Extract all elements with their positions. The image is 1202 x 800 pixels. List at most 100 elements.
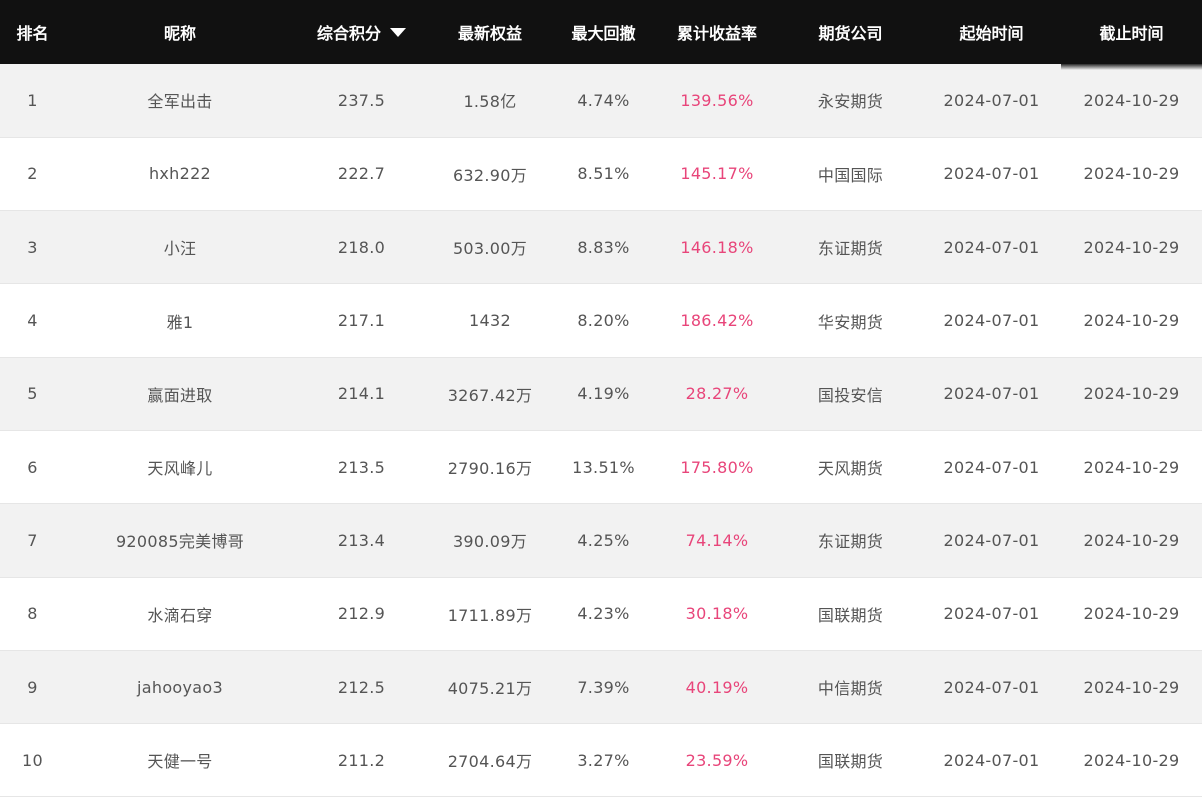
cell-drawdown: 3.27%	[577, 750, 630, 770]
col-header-name[interactable]: 昵称	[65, 0, 295, 64]
cell-drawdown: 8.51%	[577, 164, 630, 184]
col-header-score[interactable]: 综合积分	[295, 0, 428, 64]
cell-start-date: 2024-07-01	[943, 384, 1040, 404]
cell-rank: 6	[27, 457, 38, 477]
cell-equity: 2704.64万	[447, 752, 533, 772]
col-header-equity[interactable]: 最新权益	[428, 0, 552, 64]
cell-nickname[interactable]: 赢面进取	[65, 357, 295, 430]
table-row[interactable]: 7 920085完美博哥 213.4 390.09万 4.25% 74.14% 东证期货 20…	[0, 503, 1202, 578]
cell-rank: 2	[27, 164, 38, 184]
col-header-label: 截止时间	[1099, 24, 1164, 43]
col-header-return[interactable]: 累计收益率	[655, 0, 779, 64]
cell-return-rate: 139.56%	[680, 90, 754, 110]
cell-start-date: 2024-07-01	[943, 604, 1040, 624]
cell-start-date: 2024-07-01	[943, 457, 1040, 477]
table-header: 排名 昵称 综合积分 最新权益 最大回撤 累计收益率 期货公司 起始时间 截止时…	[0, 0, 1202, 70]
cell-nickname[interactable]: hxh222	[65, 137, 295, 210]
cell-nickname[interactable]: 雅1	[65, 284, 295, 357]
cell-score: 212.9	[337, 604, 386, 624]
cell-company: 永安期货	[817, 92, 884, 112]
col-header-label: 排名	[16, 24, 49, 43]
cell-nickname[interactable]: 水滴石穿	[65, 577, 295, 650]
cell-nickname[interactable]: 全军出击	[65, 64, 295, 137]
cell-nickname[interactable]: 920085完美博哥	[65, 504, 295, 577]
table-row[interactable]: 9 jahooyao3 212.5 4075.21万 7.39% 40.19% 中信期货 20…	[0, 650, 1202, 724]
col-header-label: 综合积分	[316, 24, 381, 43]
cell-company: 天风期货	[817, 459, 884, 479]
col-header-label: 期货公司	[818, 24, 883, 43]
cell-drawdown: 4.74%	[577, 90, 630, 110]
cell-company: 中国国际	[817, 165, 884, 185]
cell-return-rate: 175.80%	[680, 457, 754, 477]
col-header-label: 累计收益率	[676, 24, 757, 43]
cell-end-date: 2024-10-29	[1083, 604, 1180, 624]
cell-return-rate: 74.14%	[685, 530, 749, 550]
cell-drawdown: 13.51%	[572, 457, 635, 477]
cell-equity: 390.09万	[452, 532, 528, 552]
header-row: 排名 昵称 综合积分 最新权益 最大回撤 累计收益率 期货公司 起始时间 截止时…	[0, 0, 1202, 70]
col-header-end[interactable]: 截止时间	[1061, 0, 1202, 70]
cell-start-date: 2024-07-01	[943, 677, 1040, 697]
cell-start-date: 2024-07-01	[943, 311, 1040, 331]
cell-nickname[interactable]: 天健一号	[65, 724, 295, 797]
cell-company: 东证期货	[817, 239, 884, 259]
cell-rank: 8	[27, 604, 38, 624]
cell-start-date: 2024-07-01	[943, 90, 1040, 110]
table-row[interactable]: 5 赢面进取 214.1 3267.42万 4.19% 28.27% 国投安信 2024-07…	[0, 357, 1202, 431]
cell-rank: 4	[27, 311, 38, 331]
cell-end-date: 2024-10-29	[1083, 164, 1180, 184]
table-body: 1 全军出击 237.5 1.58亿 4.74% 139.56% 永安期货 2024-07-0…	[0, 64, 1202, 797]
cell-start-date: 2024-07-01	[943, 530, 1040, 550]
sort-desc-icon[interactable]	[390, 28, 406, 37]
cell-end-date: 2024-10-29	[1083, 457, 1180, 477]
cell-score: 237.5	[337, 90, 386, 110]
table-row[interactable]: 3 小汪 218.0 503.00万 8.83% 146.18% 东证期货 2024-07-0…	[0, 210, 1202, 284]
table-row[interactable]: 8 水滴石穿 212.9 1711.89万 4.23% 30.18% 国联期货 2024-07…	[0, 577, 1202, 651]
cell-equity: 2790.16万	[447, 459, 533, 479]
cell-equity: 632.90万	[452, 165, 528, 185]
col-header-label: 起始时间	[959, 24, 1024, 43]
cell-score: 211.2	[337, 750, 386, 770]
cell-company: 中信期货	[817, 679, 884, 699]
table-row[interactable]: 2 hxh222 222.7 632.90万 8.51% 145.17% 中国国际 2024-…	[0, 137, 1202, 211]
cell-nickname[interactable]: 小汪	[65, 211, 295, 284]
cell-nickname[interactable]: 天风峰儿	[65, 430, 295, 503]
cell-return-rate: 145.17%	[680, 164, 754, 184]
col-header-label: 最新权益	[457, 24, 522, 43]
table-row[interactable]: 10 天健一号 211.2 2704.64万 3.27% 23.59% 国联期货 2024-0…	[0, 723, 1202, 797]
cell-end-date: 2024-10-29	[1083, 311, 1180, 331]
cell-equity: 1432	[469, 311, 511, 331]
cell-nickname[interactable]: jahooyao3	[65, 650, 295, 723]
cell-equity: 503.00万	[452, 239, 528, 259]
col-header-company[interactable]: 期货公司	[779, 0, 922, 64]
cell-drawdown: 8.20%	[577, 311, 630, 331]
table-row[interactable]: 6 天风峰儿 213.5 2790.16万 13.51% 175.80% 天风期货 2024-…	[0, 430, 1202, 504]
cell-end-date: 2024-10-29	[1083, 384, 1180, 404]
cell-return-rate: 186.42%	[680, 311, 754, 331]
cell-rank: 9	[27, 677, 38, 697]
cell-equity: 1711.89万	[447, 605, 533, 625]
cell-rank: 5	[27, 384, 38, 404]
table-row[interactable]: 1 全军出击 237.5 1.58亿 4.74% 139.56% 永安期货 2024-07-0…	[0, 64, 1202, 138]
col-header-rank[interactable]: 排名	[0, 0, 65, 64]
col-header-drawdown[interactable]: 最大回撤	[552, 0, 655, 64]
cell-return-rate: 30.18%	[685, 604, 749, 624]
cell-company: 东证期货	[817, 532, 884, 552]
cell-start-date: 2024-07-01	[943, 164, 1040, 184]
cell-rank: 3	[27, 237, 38, 257]
cell-start-date: 2024-07-01	[943, 237, 1040, 257]
cell-company: 华安期货	[817, 312, 884, 332]
cell-drawdown: 4.19%	[577, 384, 630, 404]
col-header-start[interactable]: 起始时间	[922, 0, 1061, 64]
cell-company: 国联期货	[817, 605, 884, 625]
cell-return-rate: 40.19%	[685, 677, 749, 697]
cell-start-date: 2024-07-01	[943, 750, 1040, 770]
cell-score: 222.7	[337, 164, 386, 184]
cell-equity: 3267.42万	[447, 385, 533, 405]
cell-drawdown: 4.23%	[577, 604, 630, 624]
cell-rank: 1	[27, 90, 38, 110]
col-header-label: 最大回撤	[571, 24, 636, 43]
table-row[interactable]: 4 雅1 217.1 1432 8.20% 186.42% 华安期货 2024-07-01 20…	[0, 283, 1202, 358]
cell-return-rate: 146.18%	[680, 237, 754, 257]
cell-score: 214.1	[337, 384, 386, 404]
